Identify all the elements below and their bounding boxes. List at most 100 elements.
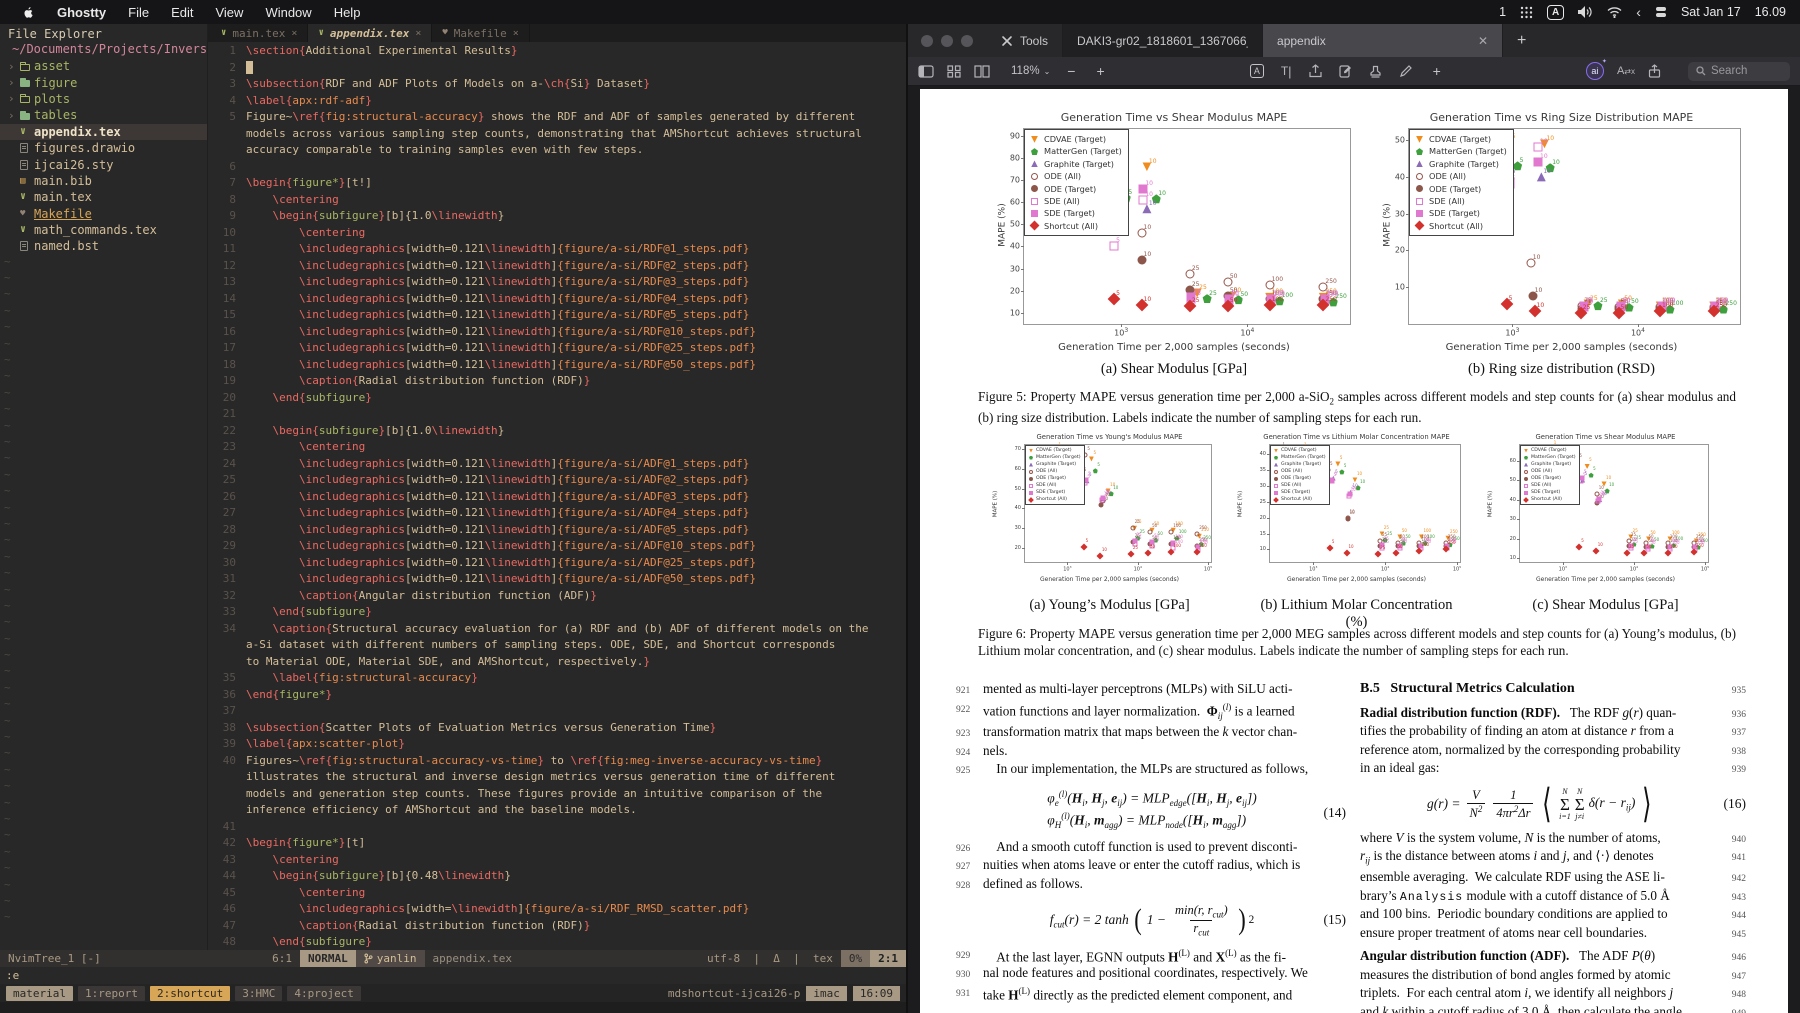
code-line[interactable]: 12 \includegraphics[width=0.121\linewidt…: [208, 258, 906, 275]
file-explorer-item-plots[interactable]: ›plots: [0, 91, 207, 107]
code-line[interactable]: 2: [208, 60, 906, 77]
code-line[interactable]: 47 \caption{Radial distribution function…: [208, 918, 906, 935]
ocr-text-icon[interactable]: A: [1250, 64, 1264, 78]
close-tab-icon[interactable]: ×: [513, 28, 519, 39]
code-line[interactable]: inference efficiency of AMShortcut and t…: [208, 802, 906, 819]
code-line[interactable]: 24 \includegraphics[width=0.121\linewidt…: [208, 456, 906, 473]
code-line[interactable]: 4\label{apx:rdf-adf}: [208, 93, 906, 110]
file-explorer-item-ijcai26.sty[interactable]: ijcai26.sty: [0, 156, 207, 172]
pdf-tab-other[interactable]: DAKI3-gr02_1818601_1367066_Han...: [1063, 24, 1263, 57]
menubar-clock[interactable]: 16.09: [1755, 5, 1786, 19]
code-line[interactable]: 48 \end{subfigure}: [208, 934, 906, 950]
search-input[interactable]: Search: [1688, 62, 1790, 81]
code-line[interactable]: 1\section{Additional Experimental Result…: [208, 43, 906, 60]
code-line[interactable]: 38\subsection{Scatter Plots of Evaluatio…: [208, 720, 906, 737]
code-line[interactable]: 40Figures~\ref{fig:structural-accuracy-v…: [208, 753, 906, 770]
code-line[interactable]: 6: [208, 159, 906, 176]
code-line[interactable]: 29 \includegraphics[width=0.121\linewidt…: [208, 538, 906, 555]
tmux-window-2:shortcut[interactable]: 2:shortcut: [150, 986, 230, 1001]
code-line[interactable]: a-Si dataset with different numbers of s…: [208, 637, 906, 654]
file-explorer-item-asset[interactable]: ›asset: [0, 58, 207, 74]
code-line[interactable]: 19 \caption{Radial distribution function…: [208, 373, 906, 390]
tmux-session-name[interactable]: material: [6, 986, 73, 1001]
export-icon[interactable]: [1648, 64, 1661, 78]
new-tab-button[interactable]: +: [1503, 24, 1540, 57]
share-upload-icon[interactable]: [1309, 64, 1322, 78]
code-line[interactable]: 41: [208, 819, 906, 836]
code-line[interactable]: 7\begin{figure*}[t!]: [208, 175, 906, 192]
file-explorer-item-tables[interactable]: ›tables: [0, 107, 207, 123]
code-area[interactable]: 1\section{Additional Experimental Result…: [208, 42, 906, 950]
vim-cmdline[interactable]: :e: [0, 967, 906, 984]
file-explorer-item-appendix.tex[interactable]: ∨appendix.tex: [0, 124, 207, 140]
file-explorer-item-math_commands.tex[interactable]: ∨math_commands.tex: [0, 222, 207, 238]
pdf-content-area[interactable]: Generation Time vs Shear Modulus MAPE102…: [908, 86, 1800, 1013]
text-tool-icon[interactable]: T|: [1281, 64, 1292, 79]
close-tab-icon[interactable]: ×: [291, 28, 297, 39]
menubar-date[interactable]: Sat Jan 17: [1681, 5, 1741, 19]
menu-help[interactable]: Help: [324, 0, 371, 24]
code-line[interactable]: 21: [208, 406, 906, 423]
file-explorer-item-figure[interactable]: ›figure: [0, 74, 207, 90]
pen-tool-icon[interactable]: [1399, 65, 1412, 78]
stamp-icon[interactable]: [1369, 65, 1382, 78]
code-line[interactable]: 17 \includegraphics[width=0.121\linewidt…: [208, 340, 906, 357]
pdf-tab-appendix[interactable]: appendix ✕: [1263, 24, 1503, 57]
code-line[interactable]: 22 \begin{subfigure}[b]{1.0\linewidth}: [208, 423, 906, 440]
code-line[interactable]: 32 \caption{Angular distribution functio…: [208, 588, 906, 605]
code-line[interactable]: 30 \includegraphics[width=0.121\linewidt…: [208, 555, 906, 572]
stats-icon[interactable]: [1655, 6, 1667, 18]
chevron-left-icon[interactable]: ‹: [1636, 4, 1641, 20]
code-line[interactable]: 37: [208, 703, 906, 720]
editor-tab-appendix.tex[interactable]: ∨appendix.tex×: [308, 24, 432, 42]
file-explorer-path[interactable]: ~/Documents/Projects/Inverse: [0, 41, 207, 58]
code-line[interactable]: 16 \includegraphics[width=0.121\linewidt…: [208, 324, 906, 341]
close-tab-icon[interactable]: ×: [415, 28, 421, 39]
ai-assistant-icon[interactable]: ai: [1586, 62, 1604, 80]
zoom-in-button[interactable]: +: [1092, 63, 1108, 79]
code-line[interactable]: 18 \includegraphics[width=0.121\linewidt…: [208, 357, 906, 374]
menu-file[interactable]: File: [118, 0, 159, 24]
editor-tab-Makefile[interactable]: ♥Makefile×: [432, 24, 529, 42]
more-tools-button[interactable]: +: [1429, 63, 1445, 79]
translate-icon[interactable]: A⇄x: [1617, 65, 1635, 77]
app-grid-icon[interactable]: [1520, 6, 1533, 19]
apple-menu-icon[interactable]: [12, 0, 45, 24]
code-line[interactable]: 39\label{apx:scatter-plot}: [208, 736, 906, 753]
traffic-lights[interactable]: [908, 24, 987, 57]
wifi-icon[interactable]: [1607, 7, 1622, 18]
thumbnail-view-icon[interactable]: [947, 65, 961, 78]
code-line[interactable]: 13 \includegraphics[width=0.121\linewidt…: [208, 274, 906, 291]
code-line[interactable]: 28 \includegraphics[width=0.121\linewidt…: [208, 522, 906, 539]
code-line[interactable]: 23 \centering: [208, 439, 906, 456]
code-line[interactable]: 3\subsection{RDF and ADF Plots of Models…: [208, 76, 906, 93]
code-line[interactable]: 20 \end{subfigure}: [208, 390, 906, 407]
code-line[interactable]: 9 \begin{subfigure}[b]{1.0\linewidth}: [208, 208, 906, 225]
code-line[interactable]: 36\end{figure*}: [208, 687, 906, 704]
close-tab-icon[interactable]: ✕: [1478, 34, 1488, 48]
editor-tab-main.tex[interactable]: ∨main.tex×: [211, 24, 308, 42]
code-line[interactable]: 34 \caption{Structural accuracy evaluati…: [208, 621, 906, 638]
code-line[interactable]: 11 \includegraphics[width=0.121\linewidt…: [208, 241, 906, 258]
code-line[interactable]: 8 \centering: [208, 192, 906, 209]
code-line[interactable]: 42\begin{figure*}[t]: [208, 835, 906, 852]
code-line[interactable]: 46 \includegraphics[width=\linewidth]{fi…: [208, 901, 906, 918]
page-layout-icon[interactable]: [974, 65, 990, 78]
code-line[interactable]: illustrates the structural and inverse d…: [208, 769, 906, 786]
code-line[interactable]: 25 \includegraphics[width=0.121\linewidt…: [208, 472, 906, 489]
code-line[interactable]: accuracy comparable to training samples …: [208, 142, 906, 159]
code-line[interactable]: 43 \centering: [208, 852, 906, 869]
file-explorer-item-figures.drawio[interactable]: figures.drawio: [0, 140, 207, 156]
zoom-level-select[interactable]: 118%⌄: [1011, 65, 1050, 77]
file-explorer-item-main.tex[interactable]: ∨main.tex: [0, 189, 207, 205]
minimize-window-icon[interactable]: [941, 35, 953, 47]
code-line[interactable]: to Material ODE, Material SDE, and AMSho…: [208, 654, 906, 671]
menu-view[interactable]: View: [205, 0, 253, 24]
zoom-out-button[interactable]: −: [1063, 63, 1079, 79]
tmux-window-3:HMC[interactable]: 3:HMC: [235, 986, 282, 1001]
tools-tab[interactable]: Tools: [987, 24, 1063, 57]
tmux-window-4:project[interactable]: 4:project: [287, 986, 361, 1001]
menu-edit[interactable]: Edit: [161, 0, 203, 24]
code-line[interactable]: models and generation step counts. These…: [208, 786, 906, 803]
code-line[interactable]: models across various sampling step coun…: [208, 126, 906, 143]
